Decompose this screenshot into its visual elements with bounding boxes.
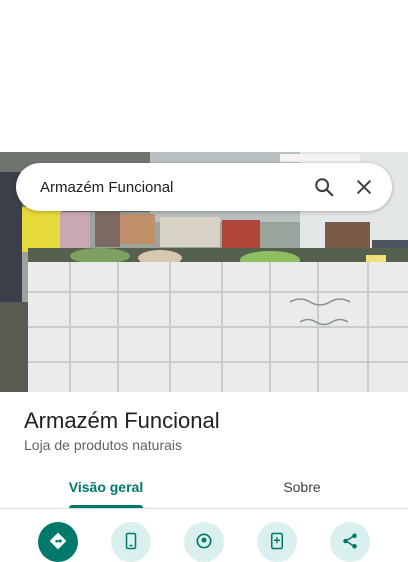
place-title: Armazém Funcional	[24, 408, 220, 433]
search-input[interactable]: Armazém Funcional	[40, 179, 298, 196]
tab-selected-indicator	[69, 505, 143, 508]
map-blank-area	[0, 0, 408, 152]
directions-button[interactable]	[38, 522, 78, 562]
tab-overview[interactable]: Visão geral	[32, 466, 180, 508]
call-button[interactable]	[111, 522, 151, 562]
place-category[interactable]: Loja de produtos naturais	[24, 437, 182, 453]
search-bar[interactable]: Armazém Funcional	[16, 163, 392, 211]
close-icon[interactable]	[350, 173, 378, 201]
share-button[interactable]	[330, 522, 370, 562]
search-icon[interactable]	[310, 173, 338, 201]
tab-bar: Visão geral Sobre	[0, 466, 408, 509]
send-to-phone-button[interactable]	[257, 522, 297, 562]
tab-about[interactable]: Sobre	[228, 466, 376, 508]
nearby-button[interactable]	[184, 522, 224, 562]
